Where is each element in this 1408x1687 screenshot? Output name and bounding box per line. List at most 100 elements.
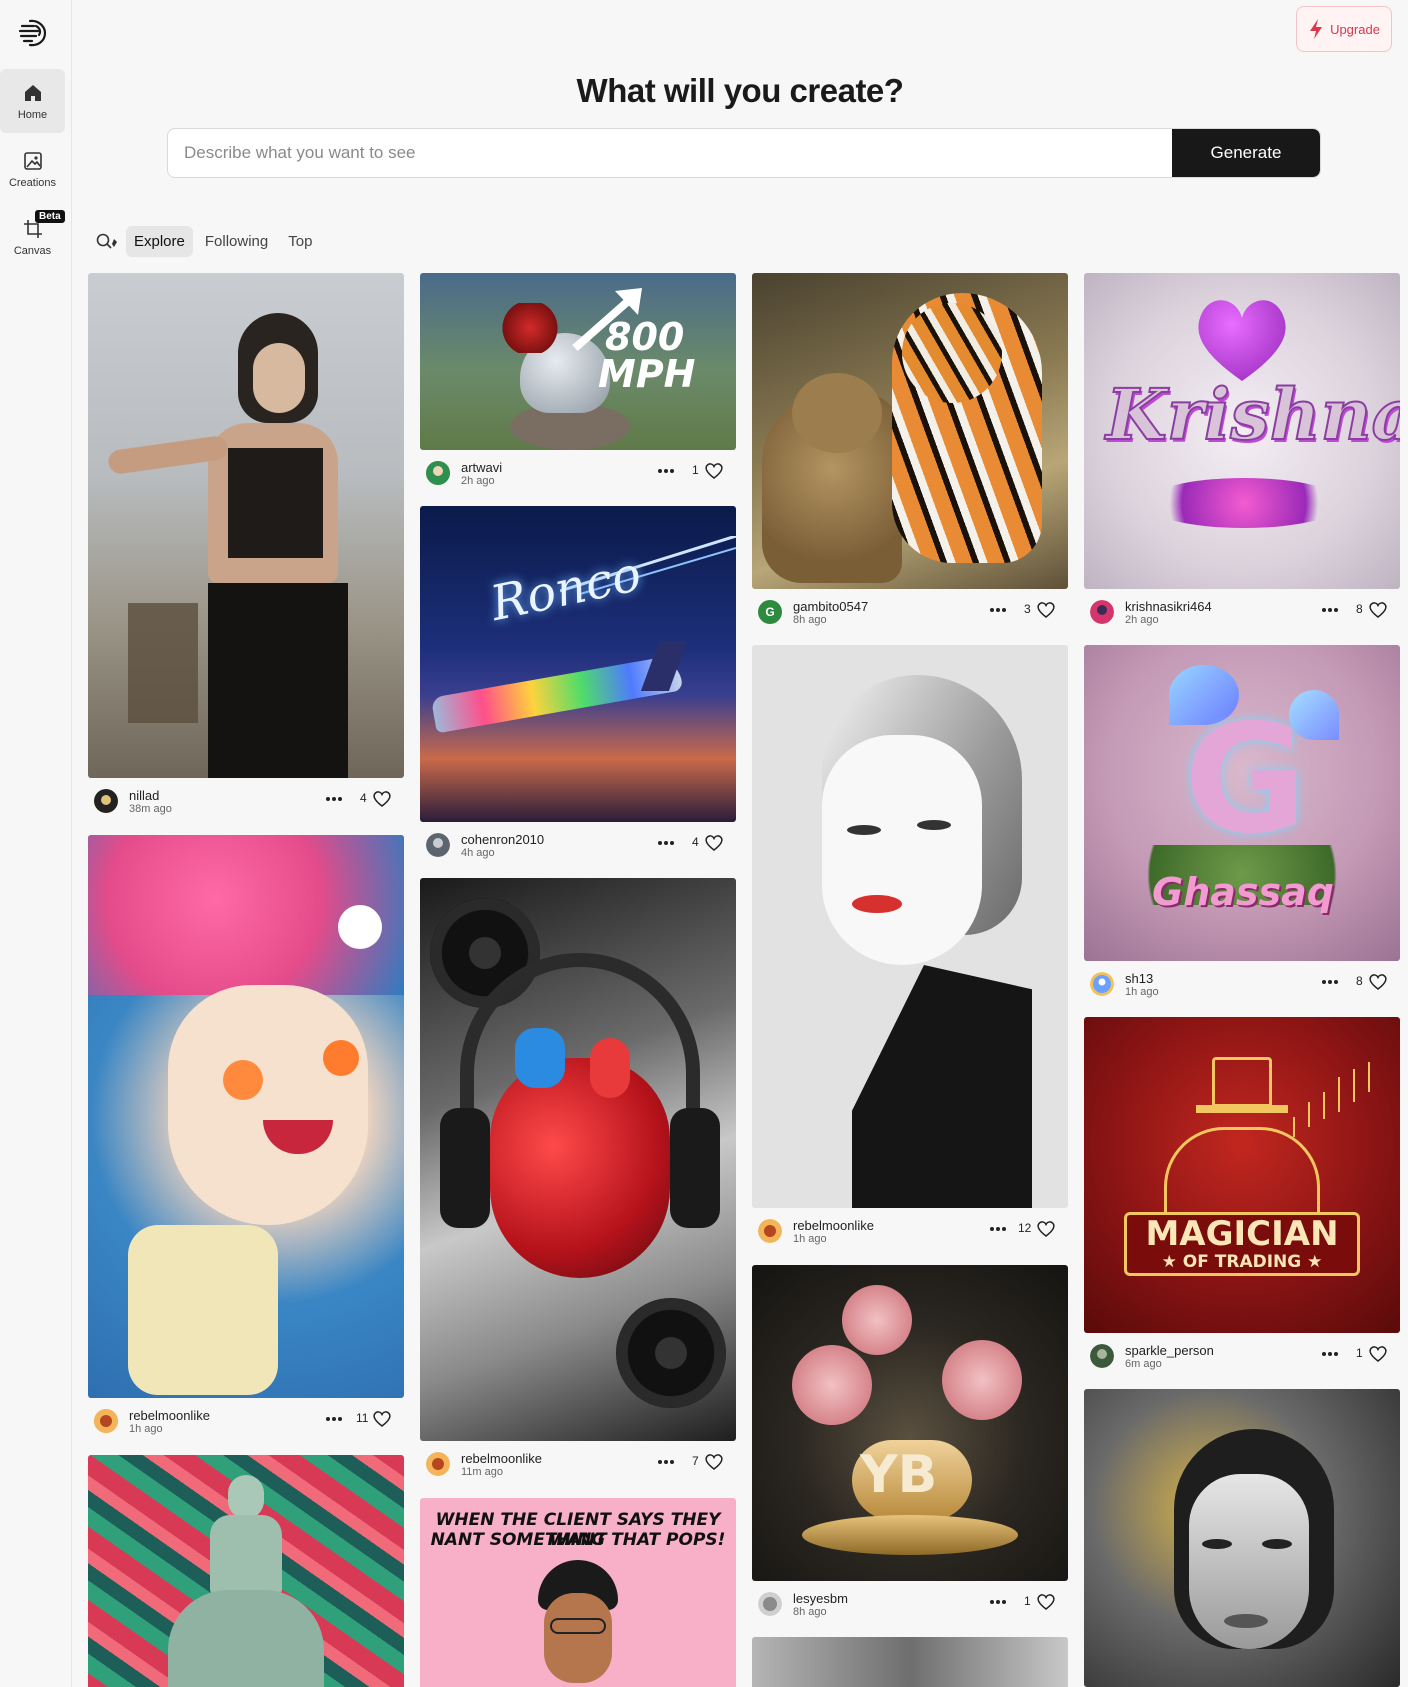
more-options-icon[interactable] bbox=[986, 601, 1010, 619]
heart-icon[interactable] bbox=[372, 790, 392, 808]
more-options-icon[interactable] bbox=[654, 834, 678, 852]
heart-icon[interactable] bbox=[704, 1453, 724, 1471]
search-icon[interactable] bbox=[92, 226, 122, 256]
heart-icon[interactable] bbox=[704, 462, 724, 480]
avatar[interactable] bbox=[426, 461, 450, 485]
avatar[interactable] bbox=[758, 1219, 782, 1243]
app-logo-icon[interactable] bbox=[16, 16, 50, 50]
heart-icon[interactable] bbox=[1368, 973, 1388, 991]
sidebar: Home Creations Canvas Beta bbox=[0, 0, 72, 1687]
card-meta: cohenron2010 4h ago 4 bbox=[420, 822, 736, 866]
card-image[interactable] bbox=[420, 878, 736, 1441]
avatar[interactable] bbox=[94, 789, 118, 813]
avatar[interactable] bbox=[426, 1452, 450, 1476]
prompt-input[interactable] bbox=[168, 129, 1172, 177]
feed-card bbox=[1084, 1389, 1400, 1687]
card-image[interactable] bbox=[88, 273, 404, 778]
heart-icon[interactable] bbox=[1036, 1220, 1056, 1238]
username[interactable]: sh13 bbox=[1125, 971, 1153, 986]
feed-card bbox=[88, 1455, 404, 1687]
more-options-icon[interactable] bbox=[1318, 601, 1342, 619]
tab-explore[interactable]: Explore bbox=[126, 225, 193, 257]
card-image[interactable]: Ronco bbox=[420, 506, 736, 822]
home-icon bbox=[24, 84, 41, 101]
more-options-icon[interactable] bbox=[654, 1453, 678, 1471]
timestamp: 2h ago bbox=[461, 475, 495, 487]
heart-icon[interactable] bbox=[372, 1410, 392, 1428]
username[interactable]: cohenron2010 bbox=[461, 832, 544, 847]
more-options-icon[interactable] bbox=[1318, 1345, 1342, 1363]
image-text: MPH bbox=[598, 352, 696, 396]
avatar[interactable] bbox=[94, 1409, 118, 1433]
timestamp: 6m ago bbox=[1125, 1358, 1162, 1370]
username[interactable]: rebelmoonlike bbox=[129, 1408, 210, 1423]
avatar[interactable] bbox=[1090, 1344, 1114, 1368]
card-image[interactable]: 800 MPH bbox=[420, 273, 736, 450]
tab-following[interactable]: Following bbox=[197, 226, 276, 257]
username[interactable]: artwavi bbox=[461, 460, 502, 475]
card-image[interactable] bbox=[88, 1455, 404, 1687]
timestamp: 8h ago bbox=[793, 1606, 827, 1618]
lightning-icon bbox=[1310, 19, 1323, 39]
card-image[interactable]: YB bbox=[752, 1265, 1068, 1581]
image-text: Ghassaq bbox=[1152, 870, 1334, 914]
like-count: 11 bbox=[356, 1411, 369, 1425]
generate-button[interactable]: Generate bbox=[1172, 129, 1320, 177]
prompt-bar: Generate bbox=[167, 128, 1321, 178]
card-image[interactable] bbox=[752, 645, 1068, 1208]
username[interactable]: krishnasikri464 bbox=[1125, 599, 1212, 614]
feed-card: Ronco cohenron2010 4h ago 4 bbox=[420, 506, 736, 866]
card-image[interactable]: WHEN THE CLIENT SAYS THEY WANT NANT SOME… bbox=[420, 1498, 736, 1687]
feed-card: rebelmoonlike 1h ago 11 bbox=[88, 835, 404, 1442]
card-image[interactable] bbox=[752, 273, 1068, 589]
more-options-icon[interactable] bbox=[1318, 973, 1342, 991]
more-options-icon[interactable] bbox=[322, 1410, 346, 1428]
feed-tabs: Explore Following Top bbox=[92, 224, 320, 258]
card-image[interactable]: Krishna bbox=[1084, 273, 1400, 589]
heart-icon[interactable] bbox=[1036, 1593, 1056, 1611]
username[interactable]: rebelmoonlike bbox=[793, 1218, 874, 1233]
more-options-icon[interactable] bbox=[986, 1593, 1010, 1611]
image-text: YB bbox=[860, 1445, 938, 1505]
username[interactable]: nillad bbox=[129, 788, 159, 803]
timestamp: 11m ago bbox=[461, 1466, 503, 1478]
image-text: 800 bbox=[605, 315, 685, 359]
avatar[interactable] bbox=[1090, 972, 1114, 996]
username[interactable]: lesyesbm bbox=[793, 1591, 848, 1606]
username[interactable]: sparkle_person bbox=[1125, 1343, 1214, 1358]
avatar[interactable]: G bbox=[758, 600, 782, 624]
image-text: Krishna bbox=[1105, 372, 1400, 457]
heart-icon[interactable] bbox=[1368, 1345, 1388, 1363]
card-image[interactable]: G Ghassaq bbox=[1084, 645, 1400, 961]
upgrade-button[interactable]: Upgrade bbox=[1296, 6, 1392, 52]
like-count: 3 bbox=[1024, 602, 1031, 616]
card-meta: krishnasikri464 2h ago 8 bbox=[1084, 589, 1400, 633]
tab-top[interactable]: Top bbox=[280, 226, 320, 257]
card-image[interactable]: MAGICIAN ★ OF TRADING ★ bbox=[1084, 1017, 1400, 1333]
heart-icon[interactable] bbox=[704, 834, 724, 852]
timestamp: 2h ago bbox=[1125, 614, 1159, 626]
card-meta: rebelmoonlike 1h ago 12 bbox=[752, 1208, 1068, 1252]
image-text: G bbox=[1184, 693, 1308, 867]
sidebar-item-creations[interactable]: Creations bbox=[0, 137, 65, 201]
card-meta: rebelmoonlike 11m ago 7 bbox=[420, 1441, 736, 1485]
like-count: 12 bbox=[1018, 1221, 1032, 1235]
card-image[interactable] bbox=[88, 835, 404, 1398]
more-options-icon[interactable] bbox=[986, 1220, 1010, 1238]
heart-icon[interactable] bbox=[1368, 601, 1388, 619]
more-options-icon[interactable] bbox=[654, 462, 678, 480]
username[interactable]: gambito0547 bbox=[793, 599, 868, 614]
card-image[interactable] bbox=[1084, 1389, 1400, 1687]
avatar[interactable] bbox=[758, 1592, 782, 1616]
sidebar-item-label: Creations bbox=[8, 176, 57, 189]
feed-card bbox=[752, 1637, 1068, 1687]
card-image[interactable] bbox=[752, 1637, 1068, 1687]
username[interactable]: rebelmoonlike bbox=[461, 1451, 542, 1466]
like-count: 4 bbox=[360, 791, 367, 805]
sidebar-item-home[interactable]: Home bbox=[0, 69, 65, 133]
more-options-icon[interactable] bbox=[322, 790, 346, 808]
heart-icon[interactable] bbox=[1036, 601, 1056, 619]
like-count: 4 bbox=[692, 835, 699, 849]
avatar[interactable] bbox=[426, 833, 450, 857]
avatar[interactable] bbox=[1090, 600, 1114, 624]
